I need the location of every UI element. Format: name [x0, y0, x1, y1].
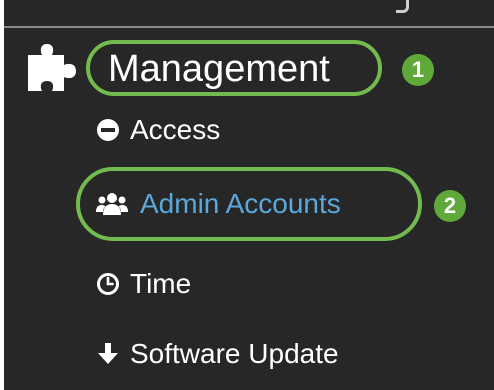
sidebar-item-label: Software Update: [130, 338, 339, 369]
minus-circle-icon: [97, 119, 119, 141]
clock-icon: [97, 273, 119, 295]
puzzle-icon: [28, 44, 76, 91]
screenshot: Management 1 Access Admin Accounts 2 Tim…: [0, 0, 494, 390]
sidebar-item-access[interactable]: Access: [96, 110, 220, 150]
sidebar-item-admin-accounts[interactable]: Admin Accounts: [96, 184, 341, 224]
sidebar-item-time[interactable]: Time: [96, 264, 191, 304]
step-badge-2: 2: [434, 190, 466, 222]
arrow-down-icon: [98, 343, 118, 364]
sidebar-item-label: Time: [130, 268, 192, 299]
nav-section-management[interactable]: Management 1: [24, 38, 444, 102]
sidebar-item-label: Access: [130, 114, 221, 145]
divider: [4, 26, 494, 28]
cutoff-text-fragment: [396, 0, 409, 13]
sidebar-item-label: Admin Accounts: [140, 188, 341, 219]
sidebar-item-software-update[interactable]: Software Update: [96, 334, 339, 374]
navigation-panel: Management 1 Access Admin Accounts 2 Tim…: [4, 0, 494, 390]
nav-section-label: Management: [108, 48, 330, 90]
users-group-icon: [96, 193, 128, 215]
step-badge-1: 1: [402, 54, 434, 86]
